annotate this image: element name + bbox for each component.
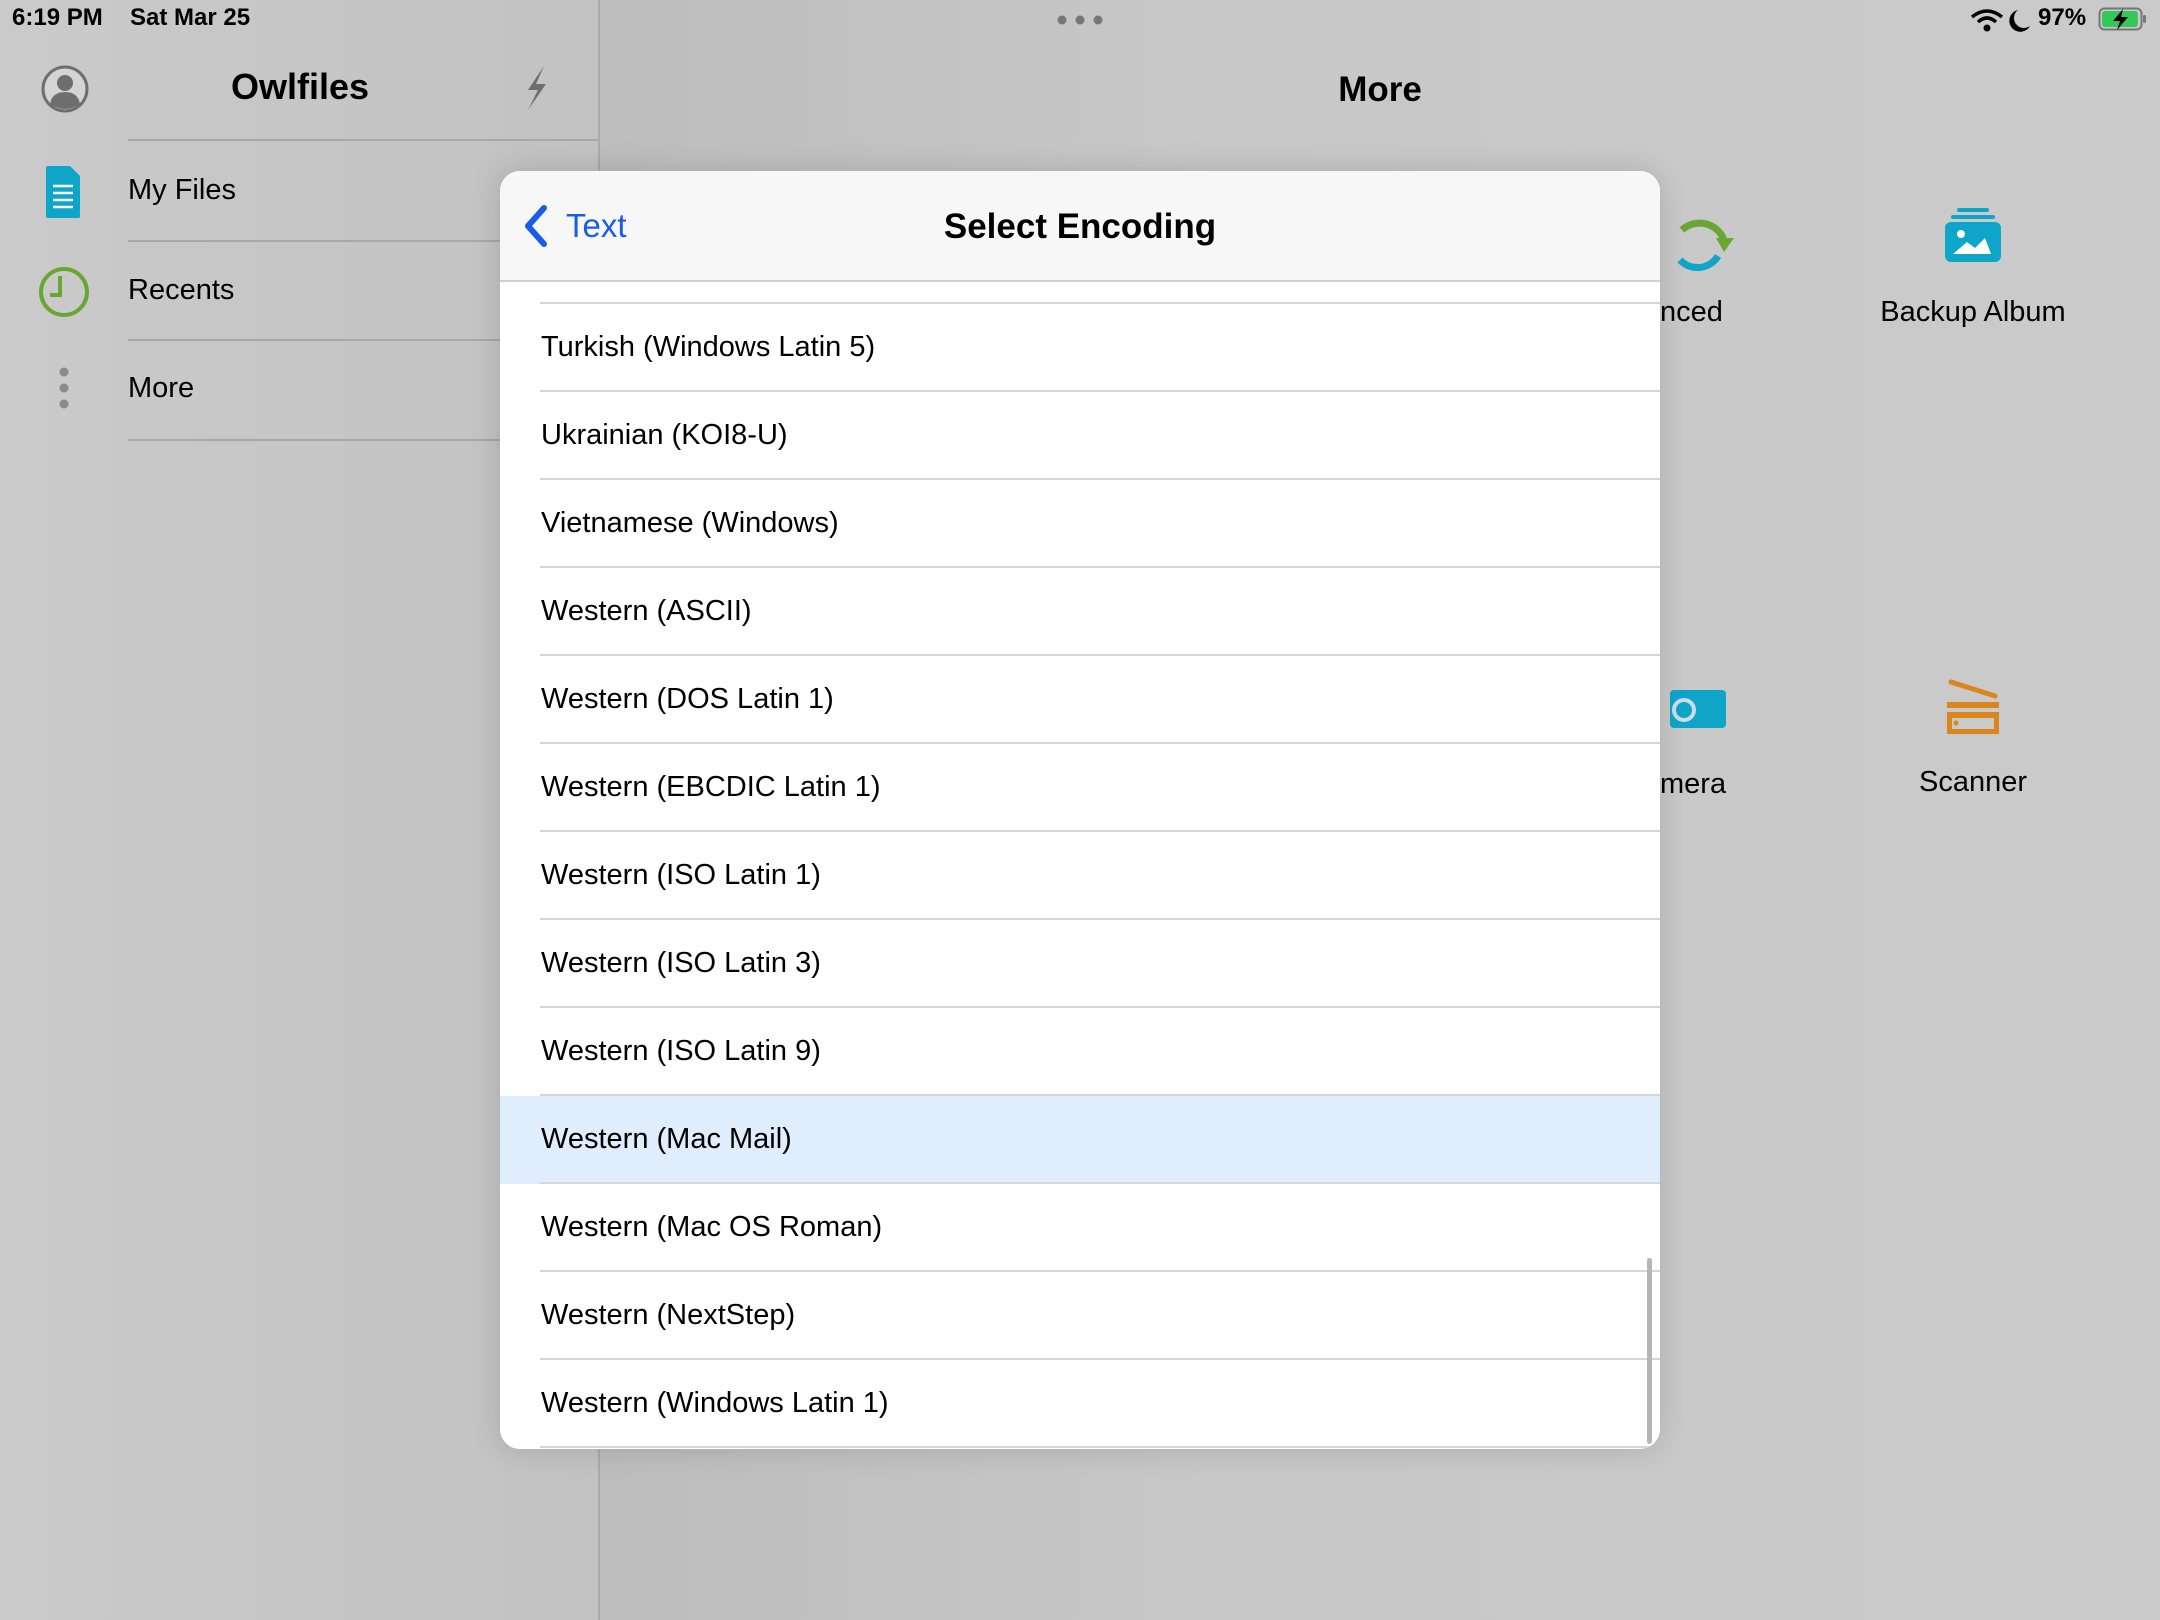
grid-item-label: Scanner: [1918, 766, 2027, 798]
grid-item-label: mera: [1660, 768, 1727, 800]
clock-icon: [39, 267, 89, 317]
grid-item-scanner[interactable]: Scanner: [1823, 670, 2123, 810]
status-date: Sat Mar 25: [130, 4, 251, 31]
encoding-option-label: Western (ASCII): [541, 594, 752, 627]
encoding-option-label: Western (ISO Latin 3): [541, 946, 821, 979]
encoding-option[interactable]: Ukrainian (KOI8-U): [500, 392, 1660, 480]
sidebar-item-label: More: [128, 372, 195, 404]
encoding-option[interactable]: Western (ISO Latin 3): [500, 920, 1660, 1008]
divider: [128, 139, 600, 141]
encoding-option-label: Vietnamese (Windows): [541, 506, 839, 539]
scanner-icon: [1947, 679, 1999, 734]
encoding-option[interactable]: Western (DOS Latin 1): [500, 656, 1660, 744]
encoding-option-label: Western (NextStep): [541, 1298, 796, 1331]
encoding-option[interactable]: Western (Mac OS Roman): [500, 1184, 1660, 1272]
chevron-left-icon: [525, 205, 547, 247]
encoding-option[interactable]: Turkish (Windows Latin 5): [500, 304, 1660, 392]
grid-item-camera[interactable]: mera: [1660, 670, 1780, 810]
encoding-option-label: Western (ISO Latin 9): [541, 1034, 821, 1067]
battery-percent: 97%: [2038, 4, 2087, 31]
grid-item-synced[interactable]: nced: [1660, 200, 1780, 340]
camera-icon: [1670, 690, 1726, 728]
wifi-icon: [1970, 9, 2004, 32]
encoding-option-label: Western (EBCDIC Latin 1): [541, 770, 881, 803]
encoding-option[interactable]: Western (Mac Mail): [500, 1096, 1660, 1184]
photo-album-icon: [1945, 208, 2001, 262]
grid-item-backup-album[interactable]: Backup Album: [1823, 200, 2123, 340]
encoding-option-label: Ukrainian (KOI8-U): [541, 418, 788, 451]
encoding-list: Turkish (Windows Latin 5) Ukrainian (KOI8…: [500, 282, 1660, 1448]
lightning-icon[interactable]: [520, 64, 552, 112]
back-label: Text: [566, 207, 627, 244]
encoding-option[interactable]: Western (ASCII): [500, 568, 1660, 656]
sync-icon: [1677, 219, 1734, 272]
multitasking-dots-icon[interactable]: [1056, 14, 1104, 26]
encoding-option[interactable]: Western (NextStep): [500, 1272, 1660, 1360]
encoding-option-label: Turkish (Windows Latin 5): [541, 330, 876, 363]
app-title: Owlfiles: [230, 66, 370, 107]
encoding-option[interactable]: Vietnamese (Windows): [500, 480, 1660, 568]
sidebar-item-label: My Files: [128, 174, 236, 206]
encoding-option[interactable]: Western (ISO Latin 9): [500, 1008, 1660, 1096]
encoding-option[interactable]: Western (ISO Latin 1): [500, 832, 1660, 920]
encoding-option-label: Western (Windows Latin 1): [541, 1386, 889, 1419]
encoding-option-label: Western (DOS Latin 1): [541, 682, 834, 715]
encoding-option[interactable]: Western (EBCDIC Latin 1): [500, 744, 1660, 832]
page-title: More: [1338, 70, 1422, 109]
encoding-option[interactable]: Western (Windows Latin 1): [500, 1360, 1660, 1448]
encoding-option-label: Western (ISO Latin 1): [541, 858, 821, 891]
grid-item-label: nced: [1660, 296, 1723, 328]
sheet-header: Select Encoding Text: [500, 171, 1660, 282]
status-time: 6:19 PM: [12, 4, 103, 31]
back-button[interactable]: Text: [522, 201, 627, 251]
do-not-disturb-moon-icon: [2009, 10, 2030, 32]
select-encoding-sheet: Select Encoding Text Turkish (Windows La…: [500, 171, 1660, 1449]
sheet-title: Select Encoding: [943, 207, 1217, 246]
more-vertical-icon: [59, 367, 69, 409]
grid-item-label: Backup Album: [1880, 296, 2066, 328]
list-row-partial: [540, 282, 1660, 304]
battery-charging-icon: [2098, 7, 2146, 31]
encoding-option-label: Western (Mac Mail): [541, 1122, 792, 1155]
document-icon: [46, 166, 80, 218]
sidebar-item-label: Recents: [128, 274, 235, 306]
scrollbar[interactable]: [1647, 1258, 1652, 1444]
encoding-option-label: Western (Mac OS Roman): [541, 1210, 883, 1243]
